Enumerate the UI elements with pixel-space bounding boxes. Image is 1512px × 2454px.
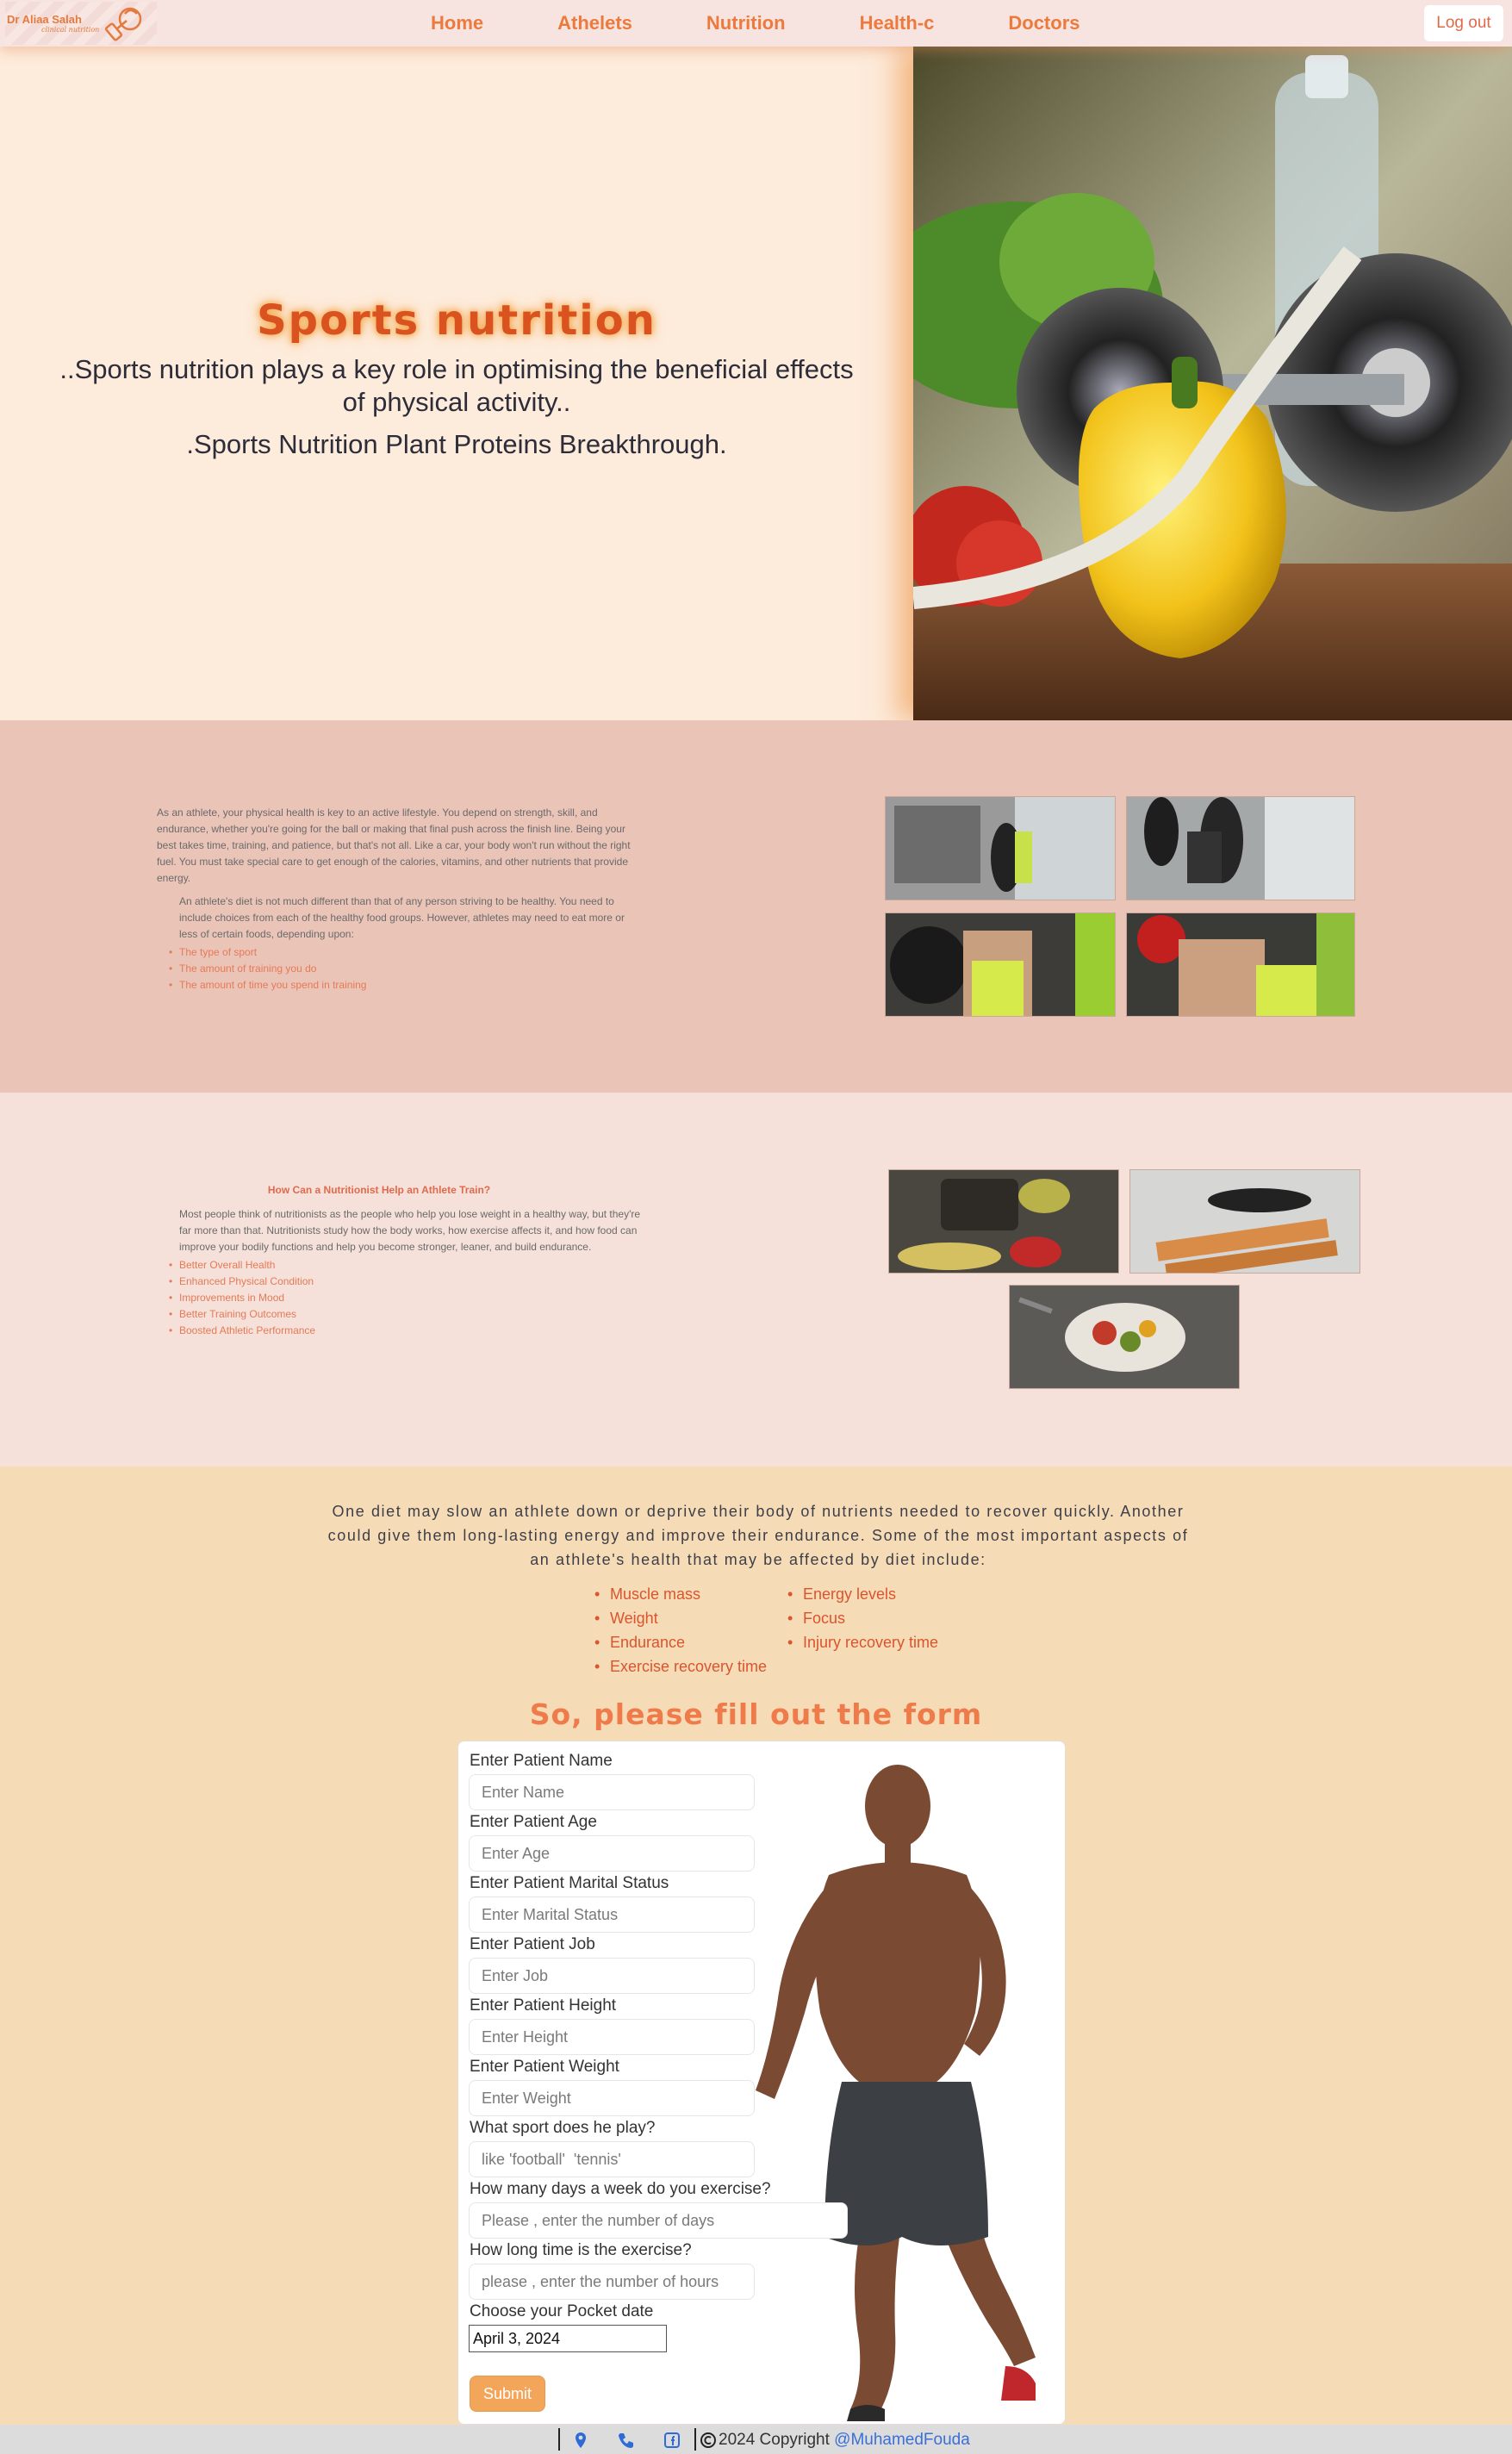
diet-aspect-list-2: Energy levels Focus Injury recovery time xyxy=(787,1582,938,1654)
list-item: Improvements in Mood xyxy=(169,1290,641,1306)
job-label: Enter Patient Job xyxy=(470,1935,595,1953)
gym-photo-4-image xyxy=(1127,913,1354,1016)
nav-health-link[interactable]: Health-c xyxy=(860,12,935,34)
hero-section: Sports nutrition ..Sports nutrition play… xyxy=(0,47,1512,720)
list-item: Focus xyxy=(787,1606,938,1630)
date-label: Choose your Pocket date xyxy=(470,2302,654,2320)
list-item: Exercise recovery time xyxy=(594,1654,767,1679)
athlete-health-paragraph-2: An athlete's diet is not much different … xyxy=(179,895,625,940)
brand-name: Dr Aliaa Salah xyxy=(7,13,82,26)
nutritionist-paragraph: Most people think of nutritionists as th… xyxy=(179,1208,641,1253)
brand-text: Dr Aliaa Salah clinical nutrition xyxy=(7,13,99,34)
copyright-icon xyxy=(700,2432,716,2448)
gym-photo-3-image xyxy=(886,913,1115,1016)
list-item: The type of sport xyxy=(169,944,639,961)
navbar: Dr Aliaa Salah clinical nutrition Home A… xyxy=(0,0,1512,47)
list-item: Better Training Outcomes xyxy=(169,1306,641,1323)
diet-aspect-list-1: Muscle mass Weight Endurance Exercise re… xyxy=(594,1582,767,1679)
list-item: Energy levels xyxy=(787,1582,938,1606)
days-field[interactable] xyxy=(469,2202,848,2239)
list-item: The amount of time you spend in training xyxy=(169,977,639,993)
food-photo-3-image xyxy=(1010,1286,1239,1388)
footer-divider xyxy=(558,2428,560,2451)
nutritionist-section: How Can a Nutritionist Help an Athlete T… xyxy=(0,1093,1512,1467)
food-photo-1-image xyxy=(889,1170,1118,1273)
athlete-image xyxy=(747,1754,1065,2424)
food-photo-2 xyxy=(1129,1169,1360,1274)
list-item: Better Overall Health xyxy=(169,1257,641,1274)
diet-factor-list: The type of sport The amount of training… xyxy=(169,944,639,993)
duration-label: How long time is the exercise? xyxy=(470,2241,692,2259)
form-heading: So, please fill out the form xyxy=(529,1697,983,1731)
sport-field[interactable] xyxy=(469,2141,755,2177)
hero-photo xyxy=(913,47,1512,720)
nav-home-link[interactable]: Home xyxy=(431,12,483,34)
gym-photo-3 xyxy=(885,912,1116,1017)
age-label: Enter Patient Age xyxy=(470,1813,597,1831)
location-pin-icon[interactable] xyxy=(572,2432,589,2449)
name-label: Enter Patient Name xyxy=(470,1752,613,1770)
food-photo-1 xyxy=(888,1169,1119,1274)
phone-icon[interactable] xyxy=(617,2432,634,2449)
copyright-label: 2024 Copyright xyxy=(719,2431,830,2449)
patient-form: Enter Patient Name Enter Patient Age Ent… xyxy=(457,1741,1066,2425)
brand-subtitle: clinical nutrition xyxy=(41,26,100,34)
weight-field[interactable] xyxy=(469,2080,755,2116)
hero-title: Sports nutrition xyxy=(257,296,656,345)
hero-line-2: .Sports Nutrition Plant Proteins Breakth… xyxy=(186,429,727,459)
athlete-health-section: As an athlete, your physical health is k… xyxy=(0,720,1512,1093)
height-label: Enter Patient Height xyxy=(470,1996,617,2015)
marital-status-field[interactable] xyxy=(469,1897,755,1933)
nav-links: Home Athelets Nutrition Health-c Doctors xyxy=(431,0,1154,47)
gym-photo-4 xyxy=(1126,912,1355,1017)
nav-athletes-link[interactable]: Athelets xyxy=(557,12,632,34)
days-label: How many days a week do you exercise? xyxy=(470,2180,771,2198)
copyright-text: 2024 Copyright @MuhamedFouda xyxy=(719,2431,970,2450)
brand-logo[interactable]: Dr Aliaa Salah clinical nutrition xyxy=(5,2,157,45)
hero-text: Sports nutrition ..Sports nutrition play… xyxy=(52,296,862,460)
height-field[interactable] xyxy=(469,2019,755,2055)
date-picker[interactable]: April 3, 2024 xyxy=(469,2325,667,2352)
running-athlete-figure xyxy=(756,1765,1036,2421)
list-item: Endurance xyxy=(594,1630,767,1654)
list-item: Weight xyxy=(594,1606,767,1630)
athlete-health-paragraph-1: As an athlete, your physical health is k… xyxy=(157,807,631,884)
nav-nutrition-link[interactable]: Nutrition xyxy=(706,12,786,34)
list-item: Injury recovery time xyxy=(787,1630,938,1654)
name-field[interactable] xyxy=(469,1774,755,1810)
food-photo-2-image xyxy=(1130,1170,1360,1273)
list-item: The amount of training you do xyxy=(169,961,639,977)
hero-line-1: ..Sports nutrition plays a key role in o… xyxy=(59,354,854,417)
dumbbell-icon xyxy=(105,7,142,41)
list-item: Muscle mass xyxy=(594,1582,767,1606)
hero-image xyxy=(913,47,1512,720)
food-photo-3 xyxy=(1009,1285,1240,1389)
list-item: Boosted Athletic Performance xyxy=(169,1323,641,1339)
gym-photo-2 xyxy=(1126,796,1355,900)
job-field[interactable] xyxy=(469,1958,755,1994)
facebook-icon[interactable] xyxy=(663,2432,681,2449)
logout-button[interactable]: Log out xyxy=(1424,5,1503,41)
duration-field[interactable] xyxy=(469,2264,755,2300)
footer-divider xyxy=(694,2428,696,2451)
footer: 2024 Copyright @MuhamedFouda xyxy=(0,2425,1512,2454)
diet-paragraph: One diet may slow an athlete down or dep… xyxy=(327,1503,1189,1568)
gym-photo-1-image xyxy=(886,797,1115,900)
gym-photo-1 xyxy=(885,796,1116,900)
nutritionist-heading: How Can a Nutritionist Help an Athlete T… xyxy=(267,1184,491,1196)
weight-label: Enter Patient Weight xyxy=(470,2058,619,2076)
diet-form-section: One diet may slow an athlete down or dep… xyxy=(0,1467,1512,2425)
age-field[interactable] xyxy=(469,1835,755,1872)
marital-status-label: Enter Patient Marital Status xyxy=(470,1874,669,1892)
gym-photo-2-image xyxy=(1127,797,1354,900)
author-link[interactable]: @MuhamedFouda xyxy=(834,2431,970,2449)
athlete-health-text: As an athlete, your physical health is k… xyxy=(157,805,639,993)
nutritionist-text: How Can a Nutritionist Help an Athlete T… xyxy=(169,1184,641,1339)
nutritionist-benefit-list: Better Overall Health Enhanced Physical … xyxy=(169,1257,641,1339)
nav-doctors-link[interactable]: Doctors xyxy=(1008,12,1080,34)
list-item: Enhanced Physical Condition xyxy=(169,1274,641,1290)
sport-label: What sport does he play? xyxy=(470,2119,656,2137)
submit-button[interactable]: Submit xyxy=(470,2376,545,2412)
